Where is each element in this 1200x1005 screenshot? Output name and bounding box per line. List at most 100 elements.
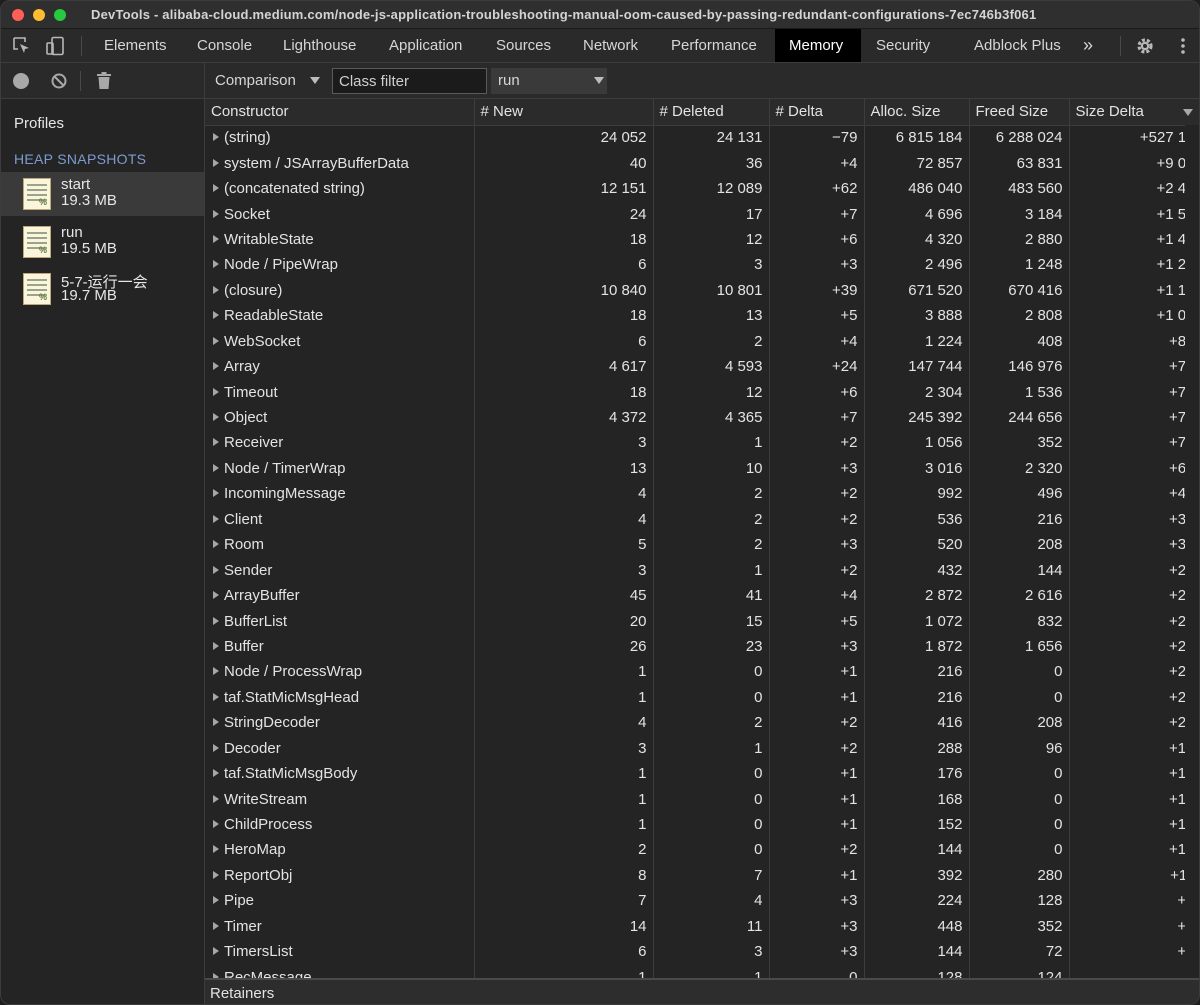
table-row[interactable]: Receiver 3 1 +2 1 056 352 +70 <box>205 430 1199 456</box>
table-row[interactable]: Object 4 372 4 365 +7 245 392 244 656 +73 <box>205 404 1199 431</box>
table-row[interactable]: Node / ProcessWrap 1 0 +1 216 0 +21 <box>205 659 1199 685</box>
expand-triangle-icon[interactable] <box>213 692 219 701</box>
tab-application[interactable]: Application <box>375 29 476 62</box>
expand-triangle-icon[interactable] <box>213 565 219 574</box>
table-row[interactable]: Array 4 617 4 593 +24 147 744 146 976 +76 <box>205 353 1199 380</box>
more-tabs-button[interactable]: » <box>1077 29 1099 62</box>
table-row[interactable]: Sender 3 1 +2 432 144 +28 <box>205 557 1199 583</box>
expand-triangle-icon[interactable] <box>213 234 219 243</box>
tab-memory[interactable]: Memory <box>775 29 861 62</box>
column-header-constructor[interactable]: Constructor <box>205 99 475 126</box>
clear-all-icon[interactable] <box>51 73 67 93</box>
table-row[interactable]: system / JSArrayBufferData 40 36 +4 72 857 63… <box>205 150 1199 176</box>
table-row[interactable]: Timer 1411+3448352+9 <box>205 913 1199 939</box>
table-row[interactable]: ReadableState 18 13 +5 3 888 2 808 +1 08 <box>205 303 1199 329</box>
expand-triangle-icon[interactable] <box>213 718 219 727</box>
column-header-delta[interactable]: # Delta <box>769 99 865 126</box>
settings-gear-icon[interactable] <box>1135 36 1155 56</box>
record-icon[interactable] <box>13 73 29 89</box>
expand-triangle-icon[interactable] <box>213 820 219 829</box>
expand-triangle-icon[interactable] <box>213 921 219 930</box>
table-row[interactable]: Socket 24 17 +7 4 696 3 184 +1 51 <box>205 201 1199 227</box>
tab-elements[interactable]: Elements <box>90 29 181 62</box>
retainers-panel[interactable]: Retainers <box>205 978 1199 1004</box>
table-row[interactable]: (concatenated string) 12 151 12 089 +62 486 … <box>205 175 1199 202</box>
table-row[interactable]: taf.StatMicMsgHead 1 0 +1 216 0 +21 <box>205 684 1199 711</box>
expand-triangle-icon[interactable] <box>213 362 219 371</box>
expand-triangle-icon[interactable] <box>213 641 219 650</box>
expand-triangle-icon[interactable] <box>213 947 219 956</box>
table-row[interactable]: RecMessage110128124+ <box>205 964 1199 978</box>
more-options-icon[interactable] <box>1173 36 1193 56</box>
table-row[interactable]: Decoder 3 1 +2 288 96 +19 <box>205 735 1199 761</box>
expand-triangle-icon[interactable] <box>213 540 219 549</box>
table-row[interactable]: ReportObj 8 7 +1 392 280 +11 <box>205 862 1199 889</box>
table-row[interactable]: BufferList 20 15 +5 1 072 832 +24 <box>205 608 1199 634</box>
expand-triangle-icon[interactable] <box>213 133 219 142</box>
view-mode-select[interactable]: Comparison <box>215 68 296 94</box>
table-row[interactable]: Client 4 2 +2 536 216 +32 <box>205 506 1199 532</box>
table-row[interactable]: Timeout 18 12 +6 2 304 1 536 +76 <box>205 379 1199 405</box>
column-header-size-delta[interactable]: Size Delta <box>1069 99 1199 126</box>
close-window-button[interactable] <box>12 9 24 21</box>
table-row[interactable]: StringDecoder 4 2 +2 416 208 +20 <box>205 710 1199 736</box>
tab-performance[interactable]: Performance <box>657 29 771 62</box>
expand-triangle-icon[interactable] <box>213 616 219 625</box>
snapshot-item[interactable]: % run 19.5 MB <box>1 220 204 264</box>
expand-triangle-icon[interactable] <box>213 743 219 752</box>
minimize-window-button[interactable] <box>33 9 45 21</box>
collect-garbage-trash-icon[interactable] <box>96 72 112 94</box>
table-row[interactable]: ArrayBuffer 45 41 +4 2 872 2 616 +25 <box>205 582 1199 609</box>
table-row[interactable]: HeroMap 2 0 +2 144 0 +14 <box>205 837 1199 863</box>
table-row[interactable]: WritableState 18 12 +6 4 320 2 880 +1 44 <box>205 226 1199 253</box>
expand-triangle-icon[interactable] <box>213 336 219 345</box>
tab-network[interactable]: Network <box>569 29 652 62</box>
expand-triangle-icon[interactable] <box>213 591 219 600</box>
column-header-freed-size[interactable]: Freed Size <box>969 99 1070 126</box>
column-header-deleted[interactable]: # Deleted <box>653 99 770 126</box>
table-row[interactable]: Room 5 2 +3 520 208 +31 <box>205 532 1199 558</box>
expand-triangle-icon[interactable] <box>213 896 219 905</box>
table-row[interactable]: IncomingMessage 4 2 +2 992 496 +49 <box>205 481 1199 507</box>
table-row[interactable]: Node / TimerWrap 13 10 +3 3 016 2 320 +69 <box>205 455 1199 482</box>
expand-triangle-icon[interactable] <box>213 158 219 167</box>
expand-triangle-icon[interactable] <box>213 870 219 879</box>
expand-triangle-icon[interactable] <box>213 667 219 676</box>
table-row[interactable]: Buffer 26 23 +3 1 872 1 656 +21 <box>205 633 1199 660</box>
table-row[interactable]: taf.StatMicMsgBody 1 0 +1 176 0 +17 <box>205 760 1199 787</box>
table-row[interactable]: TimersList 63+314472+7 <box>205 939 1199 965</box>
snapshot-item[interactable]: % 5-7-运行一会 19.7 MB <box>1 267 204 311</box>
tab-security[interactable]: Security <box>862 29 944 62</box>
expand-triangle-icon[interactable] <box>213 209 219 218</box>
expand-triangle-icon[interactable] <box>213 489 219 498</box>
column-header-alloc-size[interactable]: Alloc. Size <box>864 99 970 126</box>
expand-triangle-icon[interactable] <box>213 845 219 854</box>
tab-console[interactable]: Console <box>183 29 266 62</box>
expand-triangle-icon[interactable] <box>213 311 219 320</box>
expand-triangle-icon[interactable] <box>213 387 219 396</box>
table-row[interactable]: WebSocket 6 2 +4 1 224 408 +81 <box>205 328 1199 354</box>
tab-sources[interactable]: Sources <box>482 29 565 62</box>
device-toolbar-icon[interactable] <box>45 36 65 56</box>
table-row[interactable]: ChildProcess 1 0 +1 152 0 +15 <box>205 811 1199 838</box>
table-row[interactable]: (string) 24 052 24 131 −79 6 815 184 6 288 02… <box>205 125 1199 151</box>
tab-lighthouse[interactable]: Lighthouse <box>269 29 370 62</box>
expand-triangle-icon[interactable] <box>213 463 219 472</box>
expand-triangle-icon[interactable] <box>213 413 219 422</box>
zoom-window-button[interactable] <box>54 9 66 21</box>
table-row[interactable]: WriteStream 1 0 +1 168 0 +16 <box>205 786 1199 812</box>
expand-triangle-icon[interactable] <box>213 438 219 447</box>
inspect-element-icon[interactable] <box>12 36 32 56</box>
class-filter-input[interactable] <box>332 68 487 94</box>
column-header-new[interactable]: # New <box>474 99 654 126</box>
expand-triangle-icon[interactable] <box>213 285 219 294</box>
expand-triangle-icon[interactable] <box>213 769 219 778</box>
expand-triangle-icon[interactable] <box>213 260 219 269</box>
table-scrollbar[interactable] <box>1185 125 1199 978</box>
table-row[interactable]: Pipe 74+3224128+9 <box>205 888 1199 914</box>
table-row[interactable]: Node / PipeWrap 6 3 +3 2 496 1 248 +1 24 <box>205 252 1199 278</box>
expand-triangle-icon[interactable] <box>213 184 219 193</box>
expand-triangle-icon[interactable] <box>213 514 219 523</box>
compare-snapshot-select[interactable]: run <box>491 68 607 94</box>
expand-triangle-icon[interactable] <box>213 794 219 803</box>
